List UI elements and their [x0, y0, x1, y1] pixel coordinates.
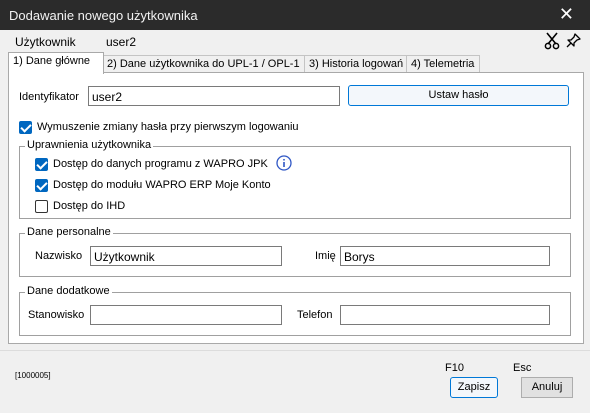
user-value: user2: [106, 35, 137, 49]
tab-upl-opl[interactable]: 2) Dane użytkownika do UPL-1 / OPL-1: [102, 55, 306, 73]
pin-icon[interactable]: [566, 32, 582, 50]
name-label: Imię: [315, 250, 336, 262]
identifier-label: Identyfikator: [19, 91, 79, 103]
main-panel: Identyfikator user2 Ustaw hasło Wymuszen…: [8, 72, 584, 344]
force-password-change-checkbox[interactable]: [19, 121, 32, 134]
tab-login-history[interactable]: 3) Historia logowań: [304, 55, 408, 73]
tab-telemetry[interactable]: 4) Telemetria: [406, 55, 480, 73]
position-input[interactable]: [90, 305, 282, 325]
additional-data-group: Dane dodatkowe Stanowisko Telefon: [19, 285, 571, 336]
window-title: Dodawanie nowego użytkownika: [9, 8, 198, 23]
scissors-icon[interactable]: [544, 32, 560, 50]
info-icon[interactable]: [276, 155, 292, 171]
permissions-group: Uprawnienia użytkownika Dostęp do danych…: [19, 139, 571, 219]
name-input[interactable]: Borys: [340, 246, 550, 266]
permission-jpk-checkbox[interactable]: [35, 158, 48, 171]
permission-erp-checkbox[interactable]: [35, 179, 48, 192]
record-code: [1000005]: [15, 371, 51, 380]
tab-main-data[interactable]: 1) Dane główne: [8, 52, 104, 74]
save-shortcut: F10: [445, 362, 464, 374]
footer: [1000005] F10 Zapisz Esc Anuluj: [0, 350, 590, 413]
tab-strip: 1) Dane główne 2) Dane użytkownika do UP…: [8, 51, 582, 74]
user-bar: Użytkownik user2: [0, 31, 590, 51]
cancel-button[interactable]: Anuluj: [521, 377, 573, 398]
identifier-input[interactable]: user2: [88, 86, 340, 106]
permissions-legend: Uprawnienia użytkownika: [25, 139, 154, 151]
phone-label: Telefon: [297, 309, 333, 321]
personal-data-legend: Dane personalne: [25, 226, 113, 238]
surname-input[interactable]: Użytkownik: [90, 246, 282, 266]
permission-ihd-checkbox[interactable]: [35, 200, 48, 213]
permission-jpk-label: Dostęp do danych programu z WAPRO JPK: [53, 158, 268, 170]
permission-erp-label: Dostęp do modułu WAPRO ERP Moje Konto: [53, 179, 271, 191]
surname-label: Nazwisko: [35, 250, 83, 262]
save-button[interactable]: Zapisz: [450, 377, 498, 398]
permission-ihd-label: Dostęp do IHD: [53, 200, 126, 212]
additional-data-legend: Dane dodatkowe: [25, 285, 112, 297]
position-label: Stanowisko: [28, 309, 85, 321]
title-bar: Dodawanie nowego użytkownika ✕: [0, 0, 590, 30]
set-password-button[interactable]: Ustaw hasło: [348, 85, 569, 106]
user-label: Użytkownik: [15, 35, 76, 49]
cancel-shortcut: Esc: [513, 362, 532, 374]
force-password-change-label: Wymuszenie zmiany hasła przy pierwszym l…: [37, 121, 299, 133]
close-icon[interactable]: ✕: [559, 3, 574, 25]
phone-input[interactable]: [340, 305, 550, 325]
personal-data-group: Dane personalne Nazwisko Użytkownik Imię…: [19, 226, 571, 277]
